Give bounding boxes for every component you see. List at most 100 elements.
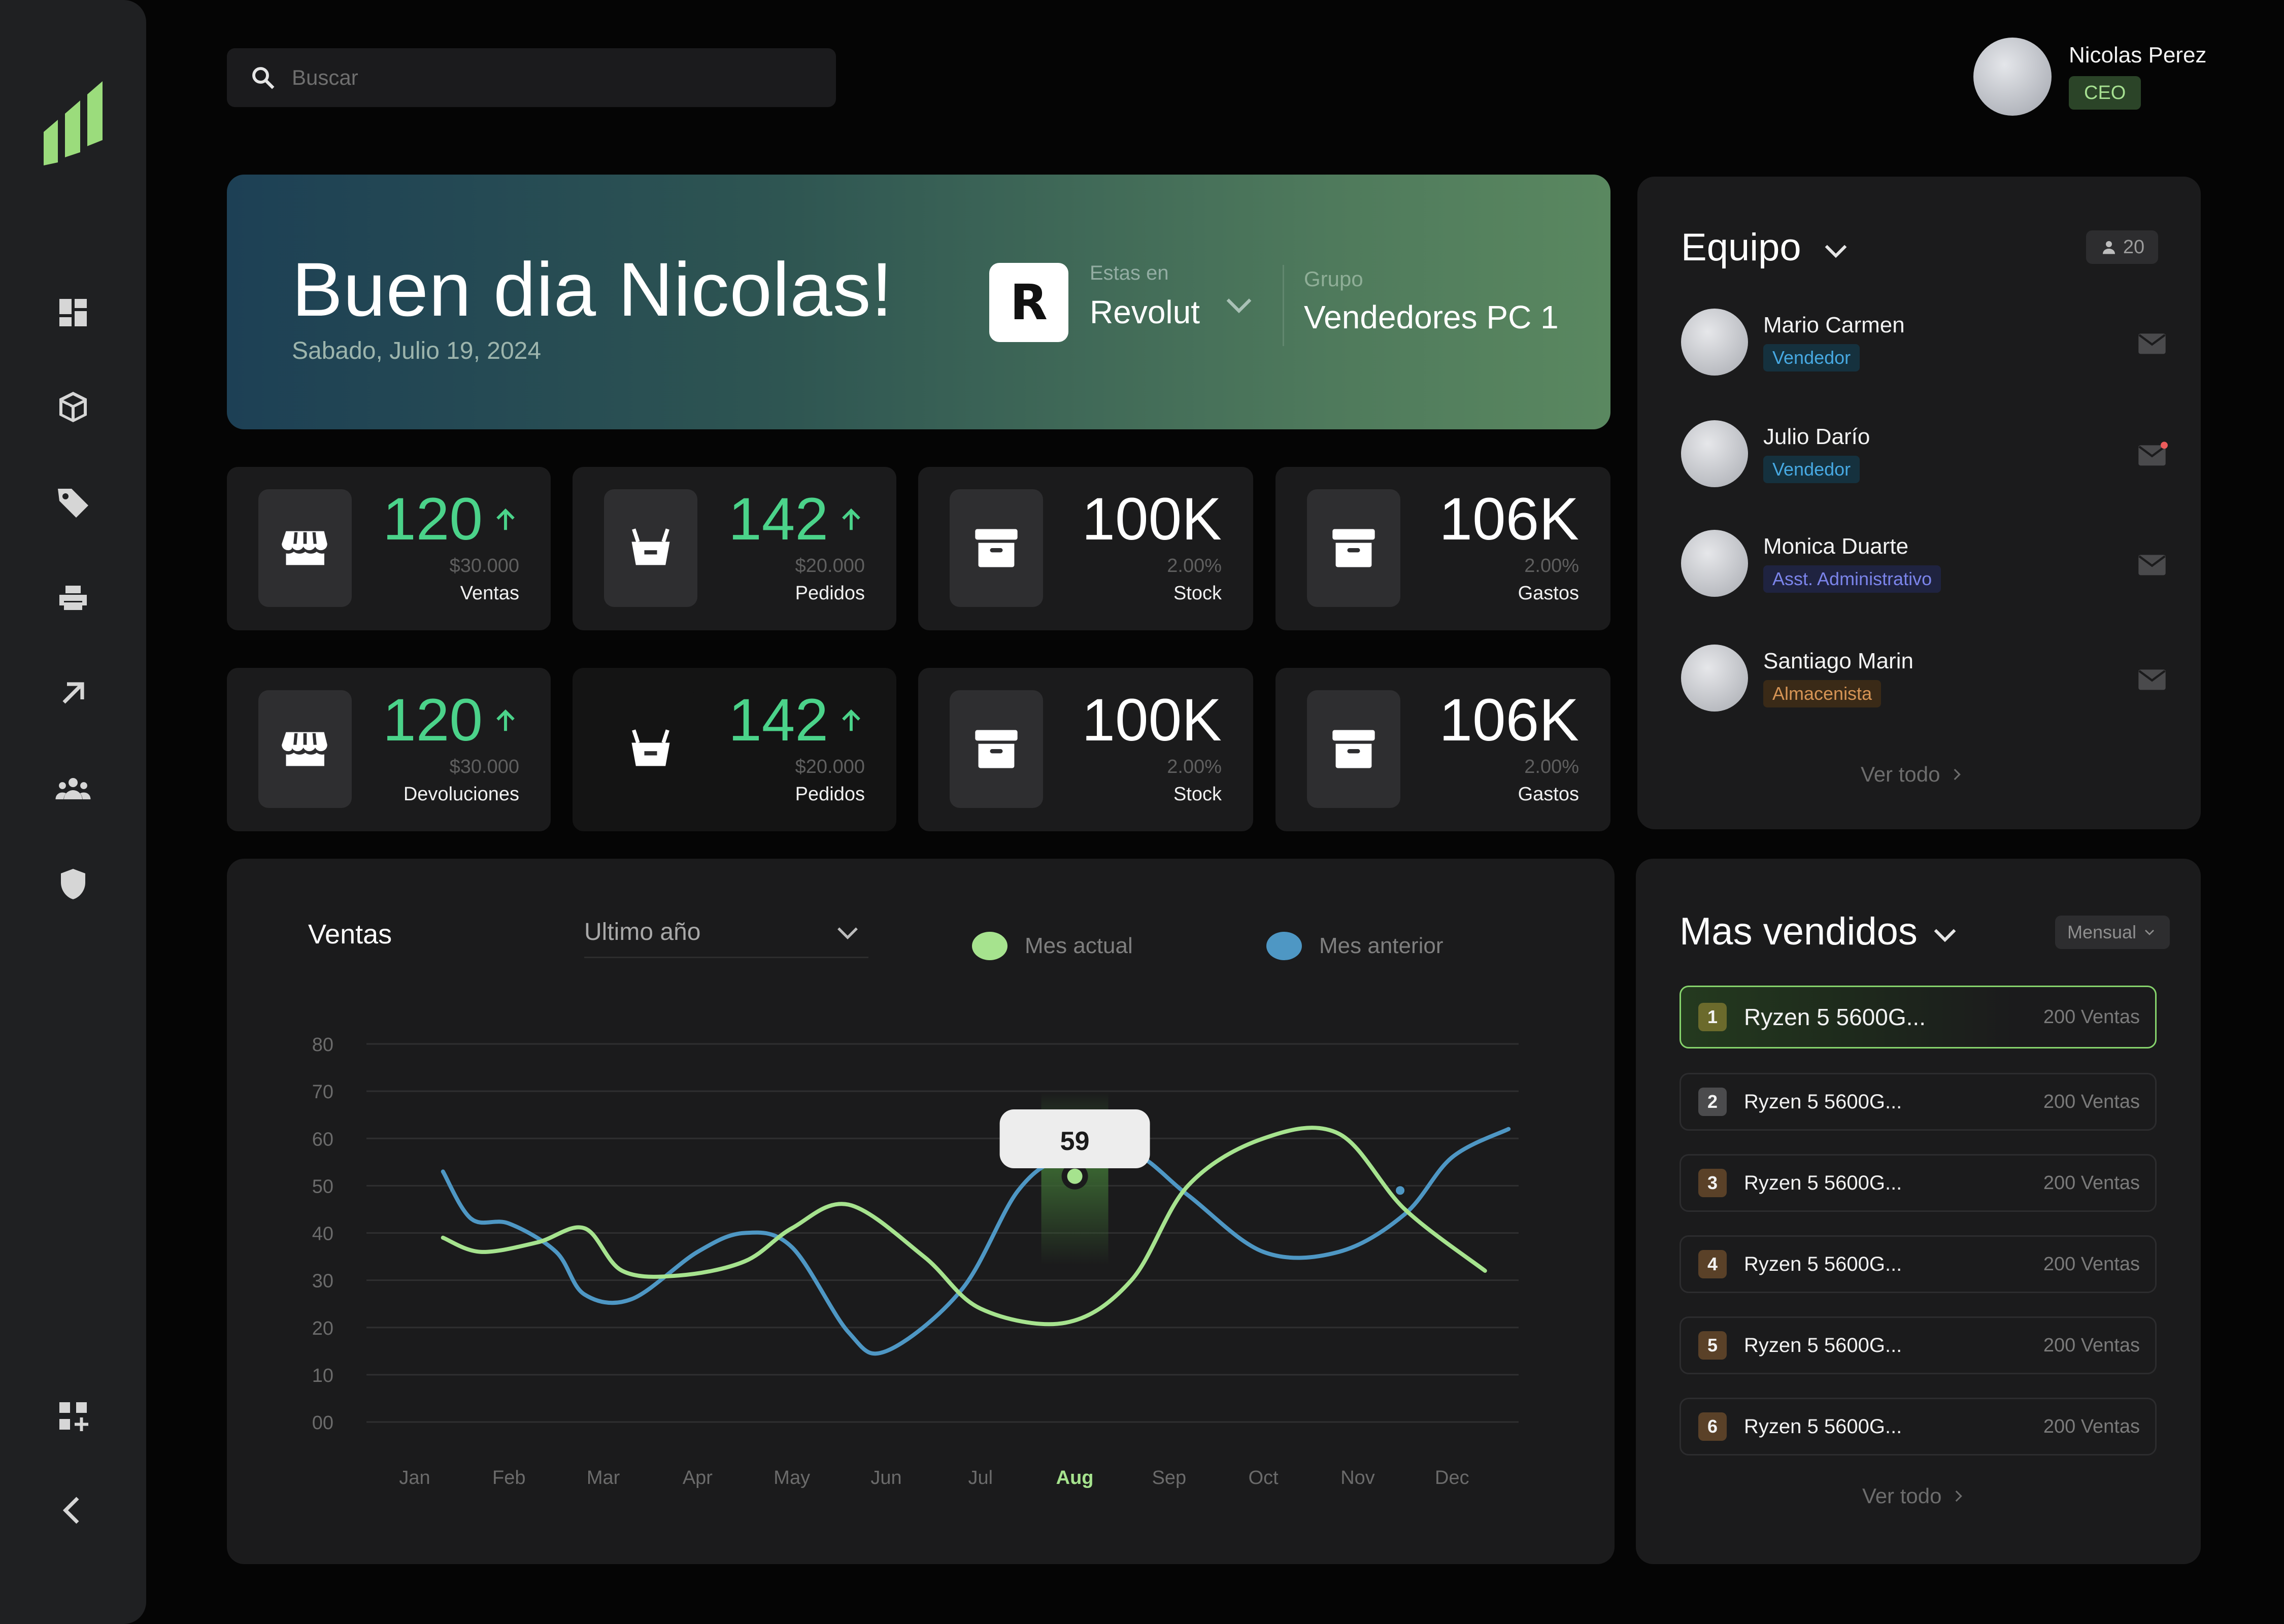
collapse-icon — [62, 1497, 79, 1524]
tooltip-value: 59 — [1060, 1127, 1090, 1156]
mail-icon[interactable] — [2136, 548, 2168, 581]
basket-icon — [631, 729, 670, 766]
member-name: Mario Carmen — [1763, 313, 1905, 337]
stat-label: Stock — [1173, 784, 1222, 805]
stat-value-text: 142 — [728, 687, 828, 754]
archive-icon — [1332, 730, 1375, 768]
stat-card-stock[interactable]: 100K 2.00% Stock — [918, 467, 1253, 630]
sidebar-item-products[interactable] — [43, 377, 104, 437]
stat-label: Gastos — [1518, 784, 1579, 805]
stat-icon-box — [1307, 489, 1400, 607]
member-name: Santiago Marin — [1763, 649, 1913, 673]
member-role-badge: Almacenista — [1763, 680, 1882, 707]
stat-value-text: 100K — [1082, 486, 1222, 553]
stat-card-stock[interactable]: 100K 2.00% Stock — [918, 668, 1253, 831]
stat-value-text: 120 — [383, 486, 483, 553]
best-seller-item[interactable]: 5 Ryzen 5 5600G... 200 Ventas — [1680, 1316, 2157, 1374]
best-seller-item[interactable]: 1 Ryzen 5 5600G... 200 Ventas — [1680, 986, 2157, 1048]
chevron-right-icon — [1954, 768, 1961, 781]
team-title: Equipo — [1681, 226, 1801, 269]
best-sellers-filter-value: Mensual — [2067, 922, 2137, 942]
add-widget-button[interactable] — [43, 1385, 104, 1446]
tooltip-point — [1067, 1168, 1083, 1184]
stat-card-gastos[interactable]: 106K 2.00% Gastos — [1275, 668, 1610, 831]
brand-logo[interactable] — [44, 76, 103, 165]
best-sellers-filter[interactable]: Mensual — [2055, 916, 2170, 949]
sidebar-item-tags[interactable] — [43, 472, 104, 533]
product-name: Ryzen 5 5600G... — [1744, 1004, 1926, 1030]
stat-card-devoluciones[interactable]: 120 $30.000 Devoluciones — [227, 668, 551, 831]
product-name: Ryzen 5 5600G... — [1744, 1334, 1902, 1357]
product-sales: 200 Ventas — [2043, 1334, 2140, 1356]
x-tick-label: Sep — [1152, 1467, 1187, 1488]
stat-card-pedidos[interactable]: 142 $20.000 Pedidos — [573, 668, 896, 831]
team-see-all-label: Ver todo — [1861, 762, 1940, 786]
group-name: Vendedores PC 1 — [1304, 299, 1559, 335]
search-input[interactable] — [292, 65, 799, 90]
team-member[interactable]: Julio Darío Vendedor — [1681, 420, 2168, 488]
sidebar-item-security[interactable] — [43, 854, 104, 915]
stat-sub: 2.00% — [1167, 756, 1222, 777]
sidebar-item-reports[interactable] — [43, 663, 104, 724]
stat-card-pedidos[interactable]: 142 $20.000 Pedidos — [573, 467, 896, 630]
team-member[interactable]: Mario Carmen Vendedor — [1681, 309, 2168, 377]
best-sellers-see-all-link[interactable]: Ver todo — [1862, 1484, 1967, 1508]
stat-card-ventas[interactable]: 120 $30.000 Ventas — [227, 467, 551, 630]
user-avatar[interactable] — [1973, 38, 2052, 116]
team-see-all-link[interactable]: Ver todo — [1861, 762, 1965, 787]
member-avatar — [1681, 309, 1748, 376]
sales-chart-panel: Ventas Ultimo año Mes actual Mes anterio… — [227, 859, 1615, 1564]
archive-icon — [975, 730, 1018, 768]
store-icon — [282, 531, 327, 565]
stat-card-gastos[interactable]: 106K 2.00% Gastos — [1275, 467, 1610, 630]
stat-icon-box — [258, 489, 352, 607]
stat-value: 120 — [383, 689, 519, 752]
best-seller-item[interactable]: 3 Ryzen 5 5600G... 200 Ventas — [1680, 1154, 2157, 1212]
best-seller-item[interactable]: 2 Ryzen 5 5600G... 200 Ventas — [1680, 1073, 2157, 1131]
tag-icon — [58, 489, 88, 518]
team-member[interactable]: Santiago Marin Almacenista — [1681, 645, 2168, 713]
collapse-sidebar-button[interactable] — [43, 1480, 104, 1541]
stat-value-text: 106K — [1439, 486, 1579, 553]
stat-sub: 2.00% — [1167, 555, 1222, 577]
stat-value: 106K — [1439, 488, 1579, 551]
mail-icon[interactable] — [2136, 663, 2168, 695]
sidebar-item-team[interactable] — [43, 758, 104, 819]
rank-badge: 4 — [1698, 1250, 1727, 1278]
best-seller-item[interactable]: 4 Ryzen 5 5600G... 200 Ventas — [1680, 1235, 2157, 1293]
sidebar-item-printer[interactable] — [43, 567, 104, 628]
y-tick-label: 00 — [312, 1412, 333, 1434]
product-sales: 200 Ventas — [2043, 1172, 2140, 1194]
best-sellers-see-all-label: Ver todo — [1862, 1484, 1942, 1508]
company-name: Revolut — [1090, 294, 1200, 330]
team-member[interactable]: Monica Duarte Asst. Administrativo — [1681, 530, 2168, 598]
stat-icon-box — [604, 489, 697, 607]
team-icon — [55, 778, 91, 799]
team-chevron-down-icon[interactable] — [1819, 233, 1853, 267]
y-tick-label: 70 — [312, 1081, 333, 1103]
mail-icon[interactable] — [2136, 327, 2168, 359]
best-seller-item[interactable]: 6 Ryzen 5 5600G... 200 Ventas — [1680, 1398, 2157, 1456]
user-name: Nicolas Perez — [2069, 43, 2207, 67]
member-avatar — [1681, 645, 1748, 712]
stat-label: Stock — [1173, 583, 1222, 604]
x-tick-label: Jan — [399, 1467, 430, 1488]
arrow-up-right-icon — [62, 682, 84, 704]
store-icon — [282, 732, 327, 766]
mail-icon[interactable] — [2136, 438, 2168, 471]
stat-value: 100K — [1082, 488, 1222, 551]
person-icon — [2102, 241, 2115, 254]
stat-sub: 2.00% — [1524, 756, 1579, 777]
product-sales: 200 Ventas — [2043, 1253, 2140, 1275]
member-role-badge: Asst. Administrativo — [1763, 565, 1941, 593]
dashboard-icon — [59, 299, 87, 326]
x-tick-label: Jul — [968, 1467, 993, 1488]
best-sellers-chevron-down-icon[interactable] — [1928, 918, 1962, 951]
company-chevron-down-icon[interactable] — [1220, 285, 1258, 324]
stat-value: 100K — [1082, 689, 1222, 752]
stat-label: Devoluciones — [403, 784, 519, 805]
y-tick-label: 50 — [312, 1176, 333, 1197]
search-bar[interactable] — [227, 48, 836, 107]
rank-badge: 1 — [1698, 1003, 1727, 1031]
sidebar-item-dashboard[interactable] — [43, 282, 104, 343]
